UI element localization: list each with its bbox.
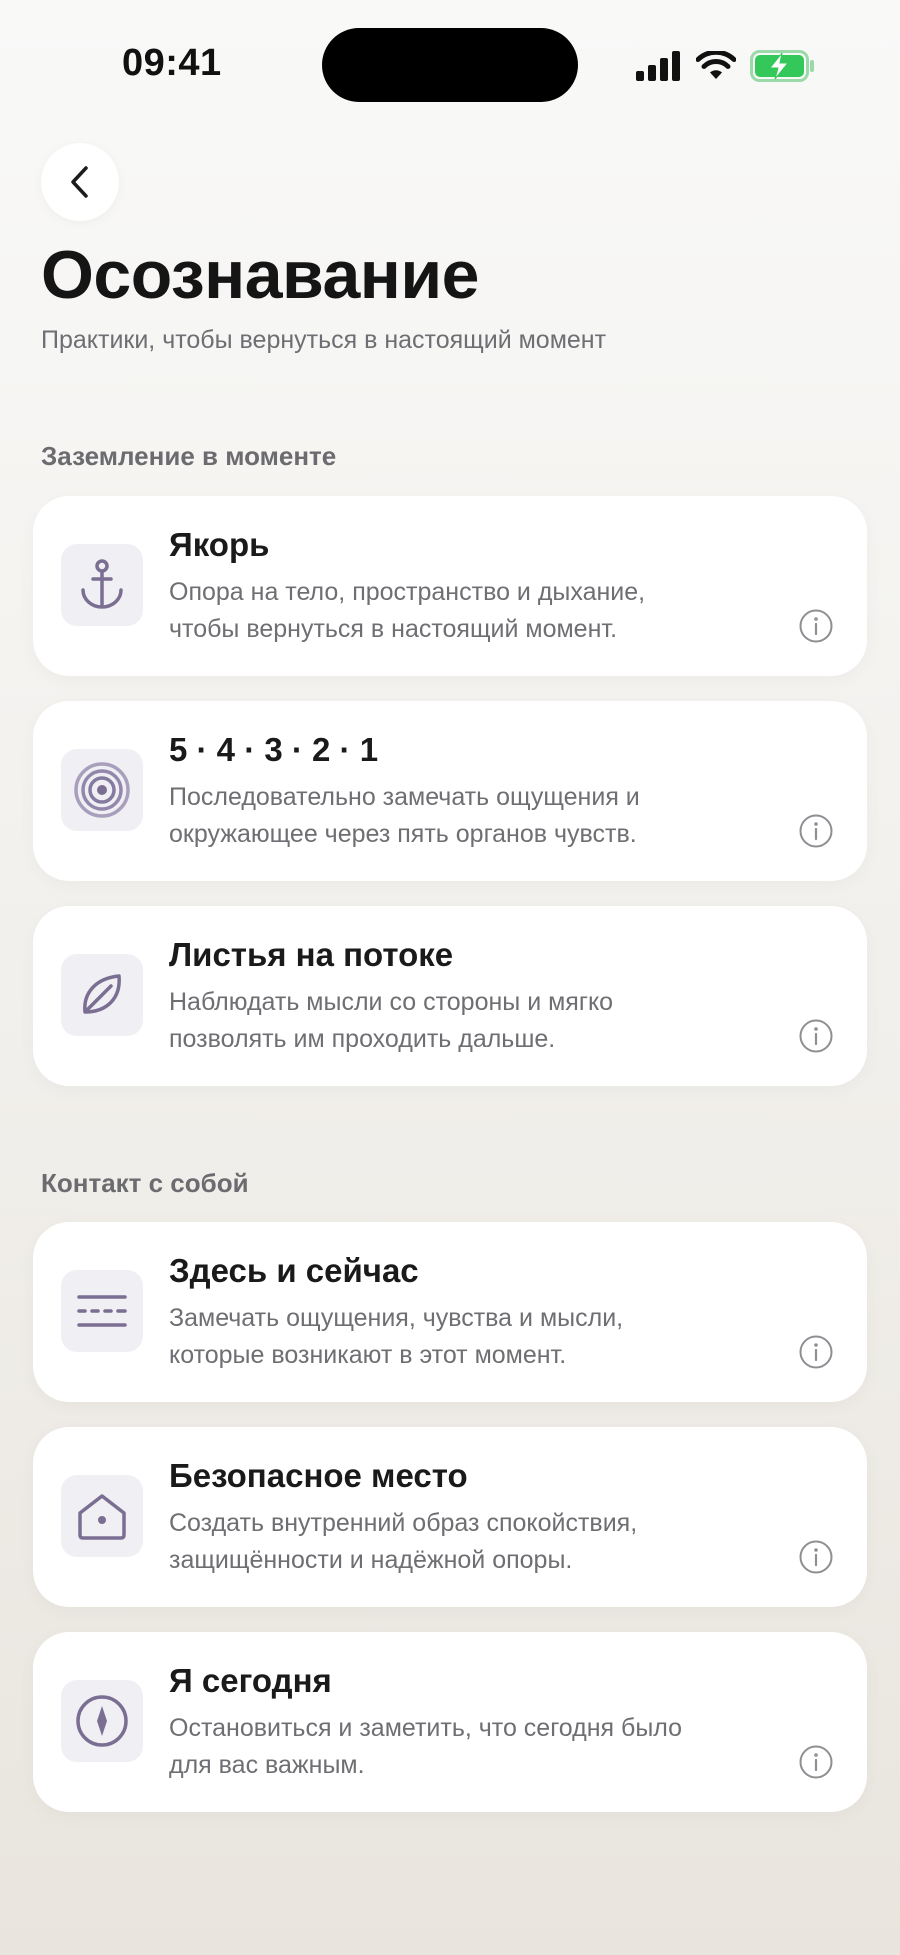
card-description-line: для вас важным. xyxy=(169,1751,365,1779)
status-icons xyxy=(636,48,816,84)
wifi-icon xyxy=(696,51,736,79)
leaf-icon xyxy=(83,974,121,1014)
anchor-icon xyxy=(81,559,123,609)
card-description-line: Остановиться и заметить, что сегодня был… xyxy=(169,1714,683,1742)
cellular-signal-icon xyxy=(636,51,680,81)
card-icon-tile xyxy=(61,1475,143,1557)
card-icon-tile xyxy=(61,1680,143,1762)
home-icon xyxy=(78,1494,126,1540)
card-description-line: Наблюдать мысли со стороны и мягко xyxy=(169,988,614,1016)
card-icon-tile xyxy=(61,954,143,1036)
section-title-self-contact: Контакт с собой xyxy=(41,1168,249,1198)
practice-card-54321[interactable]: 5 · 4 · 3 · 2 · 1 Последовательно замеча… xyxy=(33,701,867,881)
practice-card-leaves[interactable]: Листья на потоке Наблюдать мысли со стор… xyxy=(33,906,867,1086)
practice-card-here-now[interactable]: Здесь и сейчас Замечать ощущения, чувств… xyxy=(33,1222,867,1402)
chevron-left-icon xyxy=(71,166,88,198)
card-title: Безопасное место xyxy=(169,1457,468,1494)
info-icon[interactable] xyxy=(799,814,833,848)
info-icon[interactable] xyxy=(799,1335,833,1369)
practice-card-me-today[interactable]: Я сегодня Остановиться и заметить, что с… xyxy=(33,1632,867,1812)
status-bar: 09:41 xyxy=(0,0,900,130)
card-icon-tile xyxy=(61,1270,143,1352)
card-title: Здесь и сейчас xyxy=(169,1252,419,1289)
card-icon-tile xyxy=(61,544,143,626)
back-button[interactable] xyxy=(41,143,119,221)
card-description-line: Опора на тело, пространство и дыхание, xyxy=(169,578,646,606)
card-description: Опора на тело, пространство и дыхание, ч… xyxy=(169,574,769,648)
lines-icon xyxy=(77,1295,127,1327)
info-icon[interactable] xyxy=(799,1745,833,1779)
card-description: Наблюдать мысли со стороны и мягко позво… xyxy=(169,984,769,1058)
card-description: Последовательно замечать ощущения и окру… xyxy=(169,779,769,853)
card-description: Остановиться и заметить, что сегодня был… xyxy=(169,1710,769,1784)
practice-card-safe-place[interactable]: Безопасное место Создать внутренний обра… xyxy=(33,1427,867,1607)
card-description-line: Замечать ощущения, чувства и мысли, xyxy=(169,1304,624,1332)
info-icon[interactable] xyxy=(799,609,833,643)
card-title: Якорь xyxy=(169,526,270,563)
card-title: Листья на потоке xyxy=(169,936,454,973)
card-description: Замечать ощущения, чувства и мысли, кото… xyxy=(169,1300,769,1374)
card-icon-tile xyxy=(61,749,143,831)
compass-icon xyxy=(76,1695,128,1747)
section-title-grounding: Заземление в моменте xyxy=(41,441,337,471)
page-subtitle: Практики, чтобы вернуться в настоящий мо… xyxy=(41,326,607,354)
card-description-line: чтобы вернуться в настоящий момент. xyxy=(169,615,618,643)
info-icon[interactable] xyxy=(799,1019,833,1053)
card-description-line: защищённости и надёжной опоры. xyxy=(169,1546,573,1574)
dynamic-island xyxy=(322,28,578,102)
card-description-line: окружающее через пять органов чувств. xyxy=(169,820,637,848)
concentric-circles-icon xyxy=(74,762,130,818)
battery-charging-icon xyxy=(750,50,814,82)
card-description-line: позволять им проходить дальше. xyxy=(169,1025,556,1053)
info-icon[interactable] xyxy=(799,1540,833,1574)
card-description-line: Последовательно замечать ощущения и xyxy=(169,783,640,811)
card-description-line: Создать внутренний образ спокойствия, xyxy=(169,1509,638,1537)
card-title: 5 · 4 · 3 · 2 · 1 xyxy=(169,731,379,768)
status-time: 09:41 xyxy=(122,42,222,84)
practice-card-anchor[interactable]: Якорь Опора на тело, пространство и дыха… xyxy=(33,496,867,676)
card-description: Создать внутренний образ спокойствия, за… xyxy=(169,1505,769,1579)
card-description-line: которые возникают в этот момент. xyxy=(169,1341,567,1369)
card-title: Я сегодня xyxy=(169,1662,332,1699)
page-title: Осознавание xyxy=(41,237,479,313)
